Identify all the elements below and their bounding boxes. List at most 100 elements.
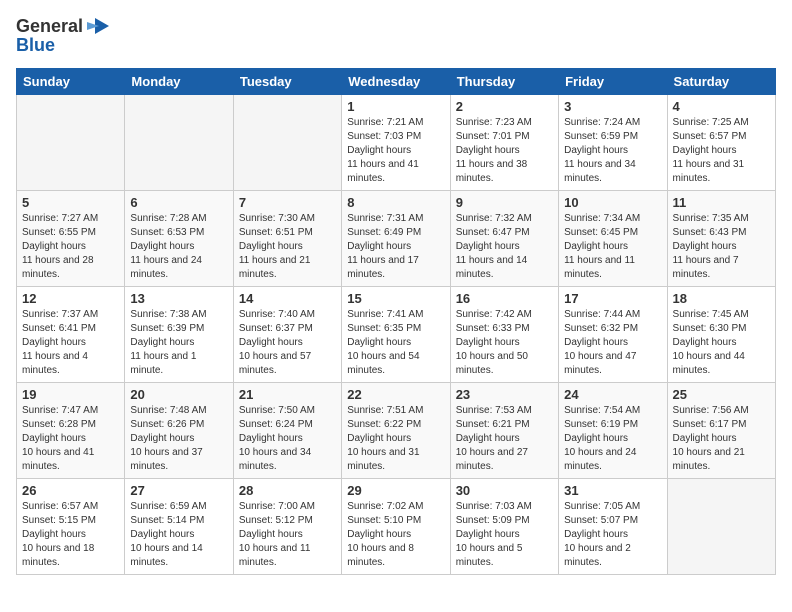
calendar-cell [125, 95, 233, 191]
calendar-week-5: 26 Sunrise: 6:57 AMSunset: 5:15 PMDayligh… [17, 479, 776, 575]
calendar-cell: 2 Sunrise: 7:23 AMSunset: 7:01 PMDaylight… [450, 95, 558, 191]
calendar-cell: 12 Sunrise: 7:37 AMSunset: 6:41 PMDayligh… [17, 287, 125, 383]
calendar-cell: 27 Sunrise: 6:59 AMSunset: 5:14 PMDayligh… [125, 479, 233, 575]
day-number: 31 [564, 483, 661, 498]
day-number: 10 [564, 195, 661, 210]
day-info: Sunrise: 7:35 AMSunset: 6:43 PMDaylight … [673, 212, 770, 282]
page-header: General Blue [16, 16, 776, 56]
column-header-wednesday: Wednesday [342, 69, 450, 95]
day-info: Sunrise: 7:53 AMSunset: 6:21 PMDaylight … [456, 404, 553, 474]
calendar-cell: 19 Sunrise: 7:47 AMSunset: 6:28 PMDayligh… [17, 383, 125, 479]
day-number: 19 [22, 387, 119, 402]
calendar-cell: 25 Sunrise: 7:56 AMSunset: 6:17 PMDayligh… [667, 383, 775, 479]
calendar-week-4: 19 Sunrise: 7:47 AMSunset: 6:28 PMDayligh… [17, 383, 776, 479]
day-info: Sunrise: 6:57 AMSunset: 5:15 PMDaylight … [22, 500, 119, 570]
day-number: 25 [673, 387, 770, 402]
column-header-thursday: Thursday [450, 69, 558, 95]
calendar-cell: 11 Sunrise: 7:35 AMSunset: 6:43 PMDayligh… [667, 191, 775, 287]
day-info: Sunrise: 7:54 AMSunset: 6:19 PMDaylight … [564, 404, 661, 474]
calendar-cell: 10Sunrise: 7:34 AMSunset: 6:45 PMDayligh… [559, 191, 667, 287]
calendar-cell: 15Sunrise: 7:41 AMSunset: 6:35 PMDayligh… [342, 287, 450, 383]
calendar-cell [17, 95, 125, 191]
logo: General Blue [16, 16, 109, 56]
day-info: Sunrise: 7:28 AMSunset: 6:53 PMDaylight … [130, 212, 227, 282]
day-info: Sunrise: 7:30 AMSunset: 6:51 PMDaylight … [239, 212, 336, 282]
day-number: 2 [456, 99, 553, 114]
day-info: Sunrise: 7:41 AMSunset: 6:35 PMDaylight … [347, 308, 444, 378]
calendar-cell: 23 Sunrise: 7:53 AMSunset: 6:21 PMDayligh… [450, 383, 558, 479]
day-number: 27 [130, 483, 227, 498]
calendar-week-1: 1Sunrise: 7:21 AMSunset: 7:03 PMDaylight… [17, 95, 776, 191]
day-number: 12 [22, 291, 119, 306]
day-number: 6 [130, 195, 227, 210]
calendar-cell: 5Sunrise: 7:27 AMSunset: 6:55 PMDaylight… [17, 191, 125, 287]
calendar-week-2: 5Sunrise: 7:27 AMSunset: 6:55 PMDaylight… [17, 191, 776, 287]
column-header-monday: Monday [125, 69, 233, 95]
calendar-cell: 8 Sunrise: 7:31 AMSunset: 6:49 PMDaylight… [342, 191, 450, 287]
column-header-sunday: Sunday [17, 69, 125, 95]
day-number: 22 [347, 387, 444, 402]
day-info: Sunrise: 7:00 AMSunset: 5:12 PMDaylight … [239, 500, 336, 570]
calendar-cell: 1Sunrise: 7:21 AMSunset: 7:03 PMDaylight… [342, 95, 450, 191]
day-number: 4 [673, 99, 770, 114]
calendar-cell: 28Sunrise: 7:00 AMSunset: 5:12 PMDayligh… [233, 479, 341, 575]
day-info: Sunrise: 7:24 AMSunset: 6:59 PMDaylight … [564, 116, 661, 186]
day-number: 11 [673, 195, 770, 210]
logo-blue-text: Blue [16, 35, 55, 56]
calendar-table: SundayMondayTuesdayWednesdayThursdayFrid… [16, 68, 776, 575]
day-number: 16 [456, 291, 553, 306]
day-info: Sunrise: 7:51 AMSunset: 6:22 PMDaylight … [347, 404, 444, 474]
calendar-cell: 18 Sunrise: 7:45 AMSunset: 6:30 PMDayligh… [667, 287, 775, 383]
day-info: Sunrise: 7:48 AMSunset: 6:26 PMDaylight … [130, 404, 227, 474]
calendar-cell: 30 Sunrise: 7:03 AMSunset: 5:09 PMDayligh… [450, 479, 558, 575]
day-number: 29 [347, 483, 444, 498]
day-number: 9 [456, 195, 553, 210]
day-info: Sunrise: 7:05 AMSunset: 5:07 PMDaylight … [564, 500, 661, 570]
calendar-cell: 16 Sunrise: 7:42 AMSunset: 6:33 PMDayligh… [450, 287, 558, 383]
day-info: Sunrise: 7:42 AMSunset: 6:33 PMDaylight … [456, 308, 553, 378]
day-number: 18 [673, 291, 770, 306]
calendar-cell: 29 Sunrise: 7:02 AMSunset: 5:10 PMDayligh… [342, 479, 450, 575]
day-info: Sunrise: 7:38 AMSunset: 6:39 PMDaylight … [130, 308, 227, 378]
calendar-header-row: SundayMondayTuesdayWednesdayThursdayFrid… [17, 69, 776, 95]
day-number: 26 [22, 483, 119, 498]
day-number: 7 [239, 195, 336, 210]
day-info: Sunrise: 7:37 AMSunset: 6:41 PMDaylight … [22, 308, 119, 378]
calendar-cell: 3Sunrise: 7:24 AMSunset: 6:59 PMDaylight… [559, 95, 667, 191]
calendar-cell: 9Sunrise: 7:32 AMSunset: 6:47 PMDaylight… [450, 191, 558, 287]
day-number: 14 [239, 291, 336, 306]
calendar-cell: 7 Sunrise: 7:30 AMSunset: 6:51 PMDaylight… [233, 191, 341, 287]
day-info: Sunrise: 6:59 AMSunset: 5:14 PMDaylight … [130, 500, 227, 570]
day-info: Sunrise: 7:02 AMSunset: 5:10 PMDaylight … [347, 500, 444, 570]
day-info: Sunrise: 7:31 AMSunset: 6:49 PMDaylight … [347, 212, 444, 282]
day-number: 23 [456, 387, 553, 402]
calendar-cell: 31 Sunrise: 7:05 AMSunset: 5:07 PMDayligh… [559, 479, 667, 575]
day-number: 20 [130, 387, 227, 402]
calendar-cell: 26 Sunrise: 6:57 AMSunset: 5:15 PMDayligh… [17, 479, 125, 575]
day-number: 30 [456, 483, 553, 498]
column-header-saturday: Saturday [667, 69, 775, 95]
day-number: 1 [347, 99, 444, 114]
day-info: Sunrise: 7:40 AMSunset: 6:37 PMDaylight … [239, 308, 336, 378]
day-info: Sunrise: 7:45 AMSunset: 6:30 PMDaylight … [673, 308, 770, 378]
calendar-cell: 4 Sunrise: 7:25 AMSunset: 6:57 PMDaylight… [667, 95, 775, 191]
calendar-cell [667, 479, 775, 575]
calendar-cell: 14 Sunrise: 7:40 AMSunset: 6:37 PMDayligh… [233, 287, 341, 383]
day-info: Sunrise: 7:27 AMSunset: 6:55 PMDaylight … [22, 212, 119, 282]
day-info: Sunrise: 7:56 AMSunset: 6:17 PMDaylight … [673, 404, 770, 474]
calendar-cell [233, 95, 341, 191]
calendar-cell: 17 Sunrise: 7:44 AMSunset: 6:32 PMDayligh… [559, 287, 667, 383]
column-header-friday: Friday [559, 69, 667, 95]
day-info: Sunrise: 7:03 AMSunset: 5:09 PMDaylight … [456, 500, 553, 570]
day-number: 17 [564, 291, 661, 306]
day-info: Sunrise: 7:23 AMSunset: 7:01 PMDaylight … [456, 116, 553, 186]
logo-icon [87, 18, 109, 36]
calendar-week-3: 12 Sunrise: 7:37 AMSunset: 6:41 PMDayligh… [17, 287, 776, 383]
day-number: 21 [239, 387, 336, 402]
day-number: 8 [347, 195, 444, 210]
day-number: 24 [564, 387, 661, 402]
day-info: Sunrise: 7:47 AMSunset: 6:28 PMDaylight … [22, 404, 119, 474]
calendar-cell: 24 Sunrise: 7:54 AMSunset: 6:19 PMDayligh… [559, 383, 667, 479]
day-info: Sunrise: 7:25 AMSunset: 6:57 PMDaylight … [673, 116, 770, 186]
day-info: Sunrise: 7:44 AMSunset: 6:32 PMDaylight … [564, 308, 661, 378]
